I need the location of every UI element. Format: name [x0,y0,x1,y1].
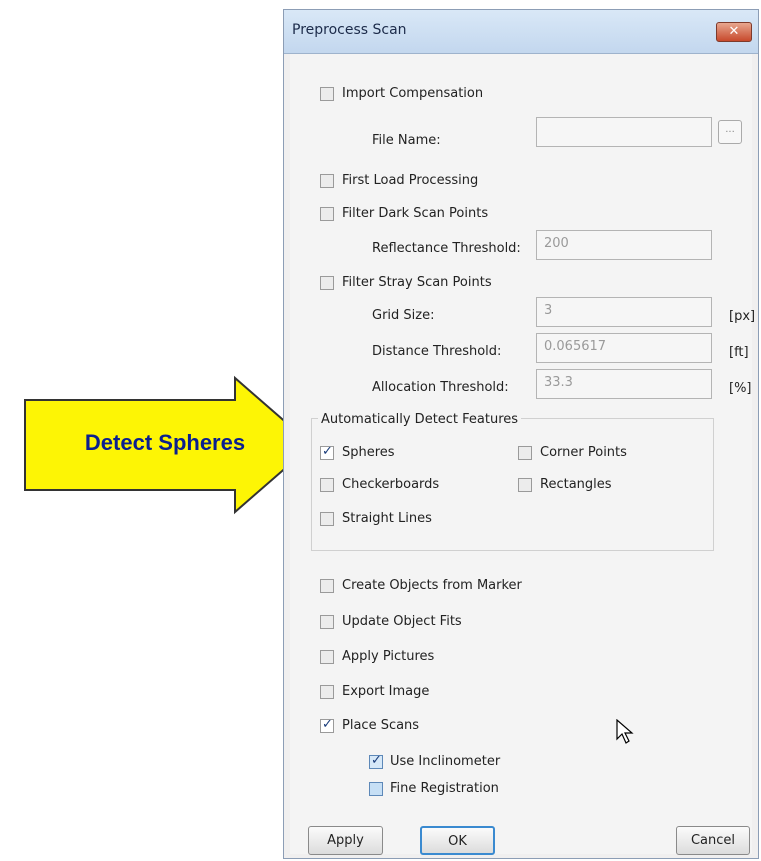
filter-stray-label: Filter Stray Scan Points [342,275,492,290]
distance-unit: [ft] [729,345,749,360]
export-image-checkbox[interactable] [320,685,334,699]
create-objects-checkbox[interactable] [320,579,334,593]
distance-field[interactable]: 0.065617 [536,333,712,363]
allocation-field[interactable]: 33.3 [536,369,712,399]
import-compensation-label: Import Compensation [342,86,484,101]
update-fits-label: Update Object Fits [342,614,462,629]
apply-pictures-checkbox[interactable] [320,650,334,664]
apply-pictures-label: Apply Pictures [342,649,435,664]
cancel-button[interactable]: Cancel [676,826,750,855]
filter-stray-checkbox[interactable] [320,276,334,290]
place-scans-checkbox[interactable] [320,717,334,733]
fine-registration-label: Fine Registration [390,781,499,796]
spheres-checkbox[interactable] [320,444,334,460]
export-image-label: Export Image [342,684,430,699]
grid-size-field[interactable]: 3 [536,297,712,327]
filter-dark-label: Filter Dark Scan Points [342,206,489,221]
close-button[interactable]: ✕ [716,22,752,42]
dialog-title: Preprocess Scan [292,22,407,38]
filter-dark-checkbox[interactable] [320,207,334,221]
checkerboards-label: Checkerboards [342,477,440,492]
file-name-field[interactable] [536,117,712,147]
reflectance-label: Reflectance Threshold: [372,241,521,256]
annotation-label: Detect Spheres [84,430,246,455]
rectangles-label: Rectangles [540,477,612,492]
spheres-label: Spheres [342,445,395,460]
straight-lines-label: Straight Lines [342,511,432,526]
distance-label: Distance Threshold: [372,344,502,359]
file-name-label: File Name: [372,133,441,148]
update-fits-checkbox[interactable] [320,615,334,629]
apply-button[interactable]: Apply [308,826,383,855]
dialog-content: Import Compensation File Name: ... First… [290,54,756,855]
import-compensation-checkbox[interactable] [320,87,334,101]
detect-features-title: Automatically Detect Features [318,412,522,427]
corner-points-label: Corner Points [540,445,627,460]
straight-lines-checkbox[interactable] [320,512,334,526]
allocation-unit: [%] [729,381,752,396]
title-bar[interactable]: Preprocess Scan ✕ [284,10,758,54]
use-inclinometer-label: Use Inclinometer [390,754,501,769]
ok-button[interactable]: OK [420,826,495,855]
mouse-cursor-icon [616,719,634,744]
fine-registration-checkbox[interactable] [369,782,383,796]
create-objects-label: Create Objects from Marker [342,578,522,593]
use-inclinometer-checkbox[interactable] [369,753,383,769]
place-scans-label: Place Scans [342,718,420,733]
checkerboards-checkbox[interactable] [320,478,334,492]
preprocess-scan-dialog: Preprocess Scan ✕ Import Compensation Fi… [283,9,759,859]
grid-size-label: Grid Size: [372,308,435,323]
grid-size-unit: [px] [729,309,756,324]
rectangles-checkbox[interactable] [518,478,532,492]
first-load-label: First Load Processing [342,173,479,188]
corner-points-checkbox[interactable] [518,446,532,460]
allocation-label: Allocation Threshold: [372,380,509,395]
browse-button[interactable]: ... [718,120,742,144]
first-load-checkbox[interactable] [320,174,334,188]
reflectance-field[interactable]: 200 [536,230,712,260]
